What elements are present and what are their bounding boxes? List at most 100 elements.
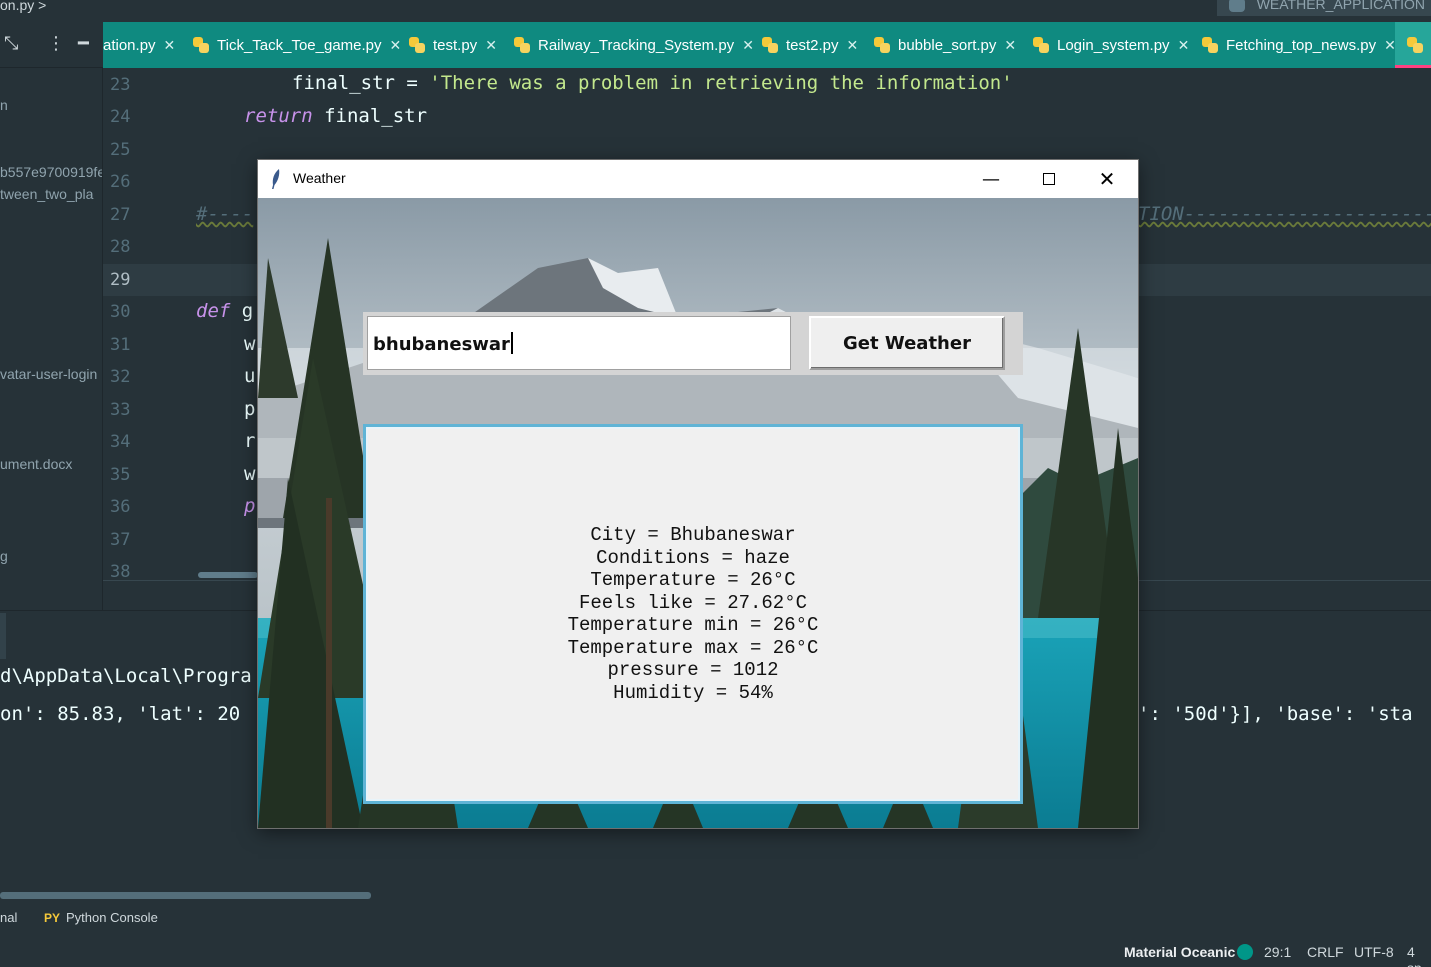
console-tab-strip[interactable]	[0, 613, 6, 659]
tab-test2-py[interactable]: test2.py ✕	[762, 22, 858, 68]
close-icon[interactable]: ✕	[742, 37, 754, 54]
weather-result-panel: City = Bhubaneswar Conditions = haze Tem…	[368, 429, 1018, 799]
line-number: 23	[110, 75, 131, 95]
minimize-icon[interactable]: ━	[78, 34, 89, 54]
tab-login-system[interactable]: Login_system.py ✕	[1033, 22, 1189, 68]
tab-test-py[interactable]: test.py ✕	[409, 22, 497, 68]
minimize-icon: —	[982, 168, 1000, 190]
close-icon[interactable]: ✕	[164, 37, 176, 54]
tab-tick-tack-toe[interactable]: Tick_Tack_Toe_game.py ✕	[193, 22, 401, 68]
line-number: 28	[110, 237, 131, 257]
tab-active[interactable]	[1395, 22, 1431, 65]
tab-label: Tick_Tack_Toe_game.py	[217, 36, 382, 54]
window-titlebar[interactable]: Weather — ✕	[258, 160, 1138, 198]
tab-label: Login_system.py	[1057, 36, 1170, 54]
file-encoding[interactable]: UTF-8	[1354, 944, 1394, 960]
line-number: 25	[110, 140, 131, 160]
result-pressure: pressure = 1012	[607, 659, 779, 681]
cursor-position[interactable]: 29:1	[1264, 944, 1291, 960]
code-line-31: w	[244, 333, 256, 355]
python-file-icon	[762, 37, 778, 53]
tab-railway-tracking[interactable]: Railway_Tracking_System.py ✕	[514, 22, 754, 68]
breadcrumb-text[interactable]: on.py >	[0, 0, 46, 13]
maximize-button[interactable]	[1020, 160, 1078, 198]
tab-label: test2.py	[786, 36, 839, 54]
city-input[interactable]: bhubaneswar	[367, 316, 791, 370]
line-number: 26	[110, 172, 131, 192]
line-number: 27	[110, 205, 131, 225]
indent-setting[interactable]: 4 sp	[1407, 944, 1431, 967]
python-file-icon	[874, 37, 890, 53]
text-caret	[510, 332, 513, 354]
python-file-icon	[1202, 37, 1218, 53]
result-humidity: Humidity = 54%	[613, 681, 773, 704]
tree-item[interactable]: vatar-user-login	[0, 366, 102, 382]
project-icon	[1228, 0, 1245, 12]
result-conditions: Conditions = haze	[596, 546, 790, 569]
close-icon[interactable]: ✕	[847, 37, 859, 54]
line-number: 36	[110, 497, 131, 517]
editor-scrollbar[interactable]	[198, 572, 258, 578]
result-temperature: Temperature = 26°C	[590, 569, 796, 591]
window-title: Weather	[293, 170, 346, 186]
collapse-icon[interactable]: ⤡	[4, 34, 18, 54]
tree-item[interactable]: g	[0, 548, 102, 564]
line-number: 33	[110, 400, 131, 420]
close-icon: ✕	[1098, 167, 1116, 191]
code-line-27-left: #----	[196, 203, 254, 225]
weather-window: Weather — ✕ bhubaneswar Get Weather City…	[258, 160, 1138, 828]
line-number: 30	[110, 302, 131, 322]
close-icon[interactable]: ✕	[1004, 37, 1016, 54]
line-number: 35	[110, 465, 131, 485]
code-line-27-right: TION-----------------------	[1138, 203, 1431, 225]
tab-ation-py[interactable]: ation.py ✕	[103, 22, 175, 68]
breadcrumb: on.py > WEATHER_APPLICATION	[0, 0, 1431, 22]
line-number: 24	[110, 107, 131, 127]
console-output-line: d\AppData\Local\Progra	[0, 665, 252, 687]
code-line-24: return final_str	[244, 105, 428, 127]
python-console-icon: PY	[44, 911, 61, 925]
terminal-tab[interactable]: nal	[0, 910, 17, 925]
line-separator[interactable]: CRLF	[1307, 944, 1344, 960]
close-icon[interactable]: ✕	[390, 37, 402, 54]
theme-label[interactable]: Material Oceanic	[1124, 944, 1235, 960]
code-line-33: p	[244, 398, 256, 420]
tree-item[interactable]: ument.docx	[0, 456, 102, 472]
code-line-23: final_str = 'There was a problem in retr…	[292, 72, 1013, 94]
tree-item[interactable]: b557e9700919fe	[0, 164, 102, 180]
line-number: 34	[110, 432, 131, 452]
test-file-icon	[409, 37, 425, 53]
close-icon[interactable]: ✕	[1178, 37, 1190, 54]
tab-fetching-top-news[interactable]: Fetching_top_news.py ✕	[1202, 22, 1396, 68]
project-toolbar: ⤡ ⋮ ━	[0, 22, 103, 68]
maximize-icon	[1043, 173, 1055, 185]
python-file-icon	[1033, 37, 1049, 53]
more-icon[interactable]: ⋮	[47, 34, 65, 54]
tab-label: ation.py	[103, 36, 156, 54]
line-number: 32	[110, 367, 131, 387]
editor-tab-bar: ation.py ✕ Tick_Tack_Toe_game.py ✕ test.py…	[103, 22, 1431, 68]
tree-item[interactable]: n	[0, 97, 102, 113]
python-console-tab[interactable]: PY Python Console	[44, 910, 158, 925]
python-console-label: Python Console	[66, 910, 158, 925]
theme-indicator-icon	[1237, 944, 1253, 960]
get-weather-button[interactable]: Get Weather	[809, 316, 1005, 370]
code-line-32: u	[244, 365, 256, 387]
tree-item[interactable]: tween_two_pla	[0, 186, 102, 202]
project-selector[interactable]: WEATHER_APPLICATION	[1216, 0, 1431, 16]
console-scrollbar[interactable]	[0, 892, 371, 899]
close-button[interactable]: ✕	[1078, 160, 1136, 198]
minimize-button[interactable]: —	[962, 160, 1020, 198]
code-line-36: p	[244, 495, 256, 517]
result-temp-min: Temperature min = 26°C	[567, 614, 819, 636]
feather-icon	[272, 169, 280, 189]
code-line-35: w	[244, 463, 256, 485]
tab-label: test.py	[433, 36, 478, 54]
close-icon[interactable]: ✕	[485, 37, 497, 54]
tool-window-tabs: nal PY Python Console	[0, 905, 600, 931]
city-input-value: bhubaneswar	[373, 334, 510, 355]
line-number: 37	[110, 530, 131, 550]
result-temp-max: Temperature max = 26°C	[567, 636, 819, 659]
tab-bubble-sort[interactable]: bubble_sort.py ✕	[874, 22, 1016, 68]
status-bar: Material Oceanic 29:1 CRLF UTF-8 4 sp	[0, 937, 1431, 967]
